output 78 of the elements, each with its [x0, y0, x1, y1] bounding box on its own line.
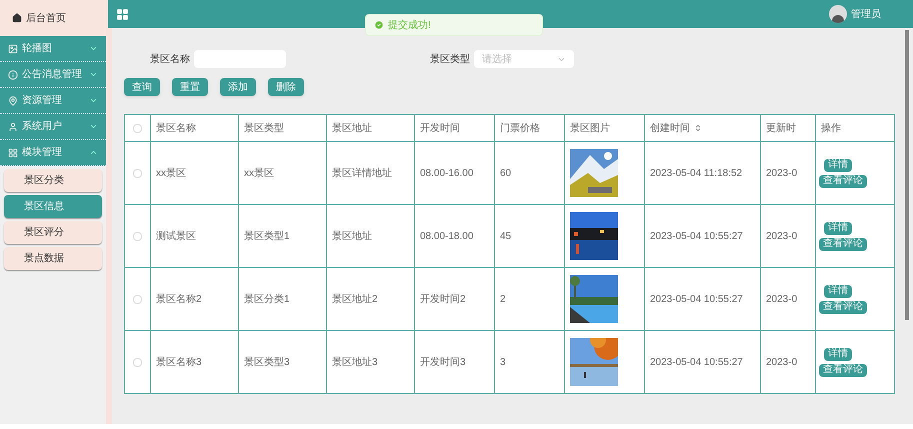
- submenu-item[interactable]: 景区分类: [4, 169, 102, 192]
- table-cell: 2023-05-04 11:18:52: [650, 168, 742, 178]
- avatar-icon[interactable]: [829, 5, 847, 23]
- action-button[interactable]: 添加: [220, 78, 256, 96]
- column-header: 景区图片: [570, 122, 610, 136]
- table-cell: 景区类型3: [244, 356, 290, 368]
- column-header: 景区名称: [156, 122, 196, 136]
- table-cell: 2023-05-04 10:55:27: [650, 356, 743, 368]
- table-cell: 景区地址2: [332, 294, 378, 304]
- table-cell: 08.00-18.00: [420, 230, 474, 242]
- table-cell: 3: [500, 356, 506, 368]
- action-button[interactable]: 查询: [124, 78, 160, 96]
- home-icon: [12, 13, 22, 23]
- table-cell: 景区分类1: [244, 294, 290, 304]
- column-header: 更新时: [766, 122, 796, 136]
- menu-icon: [8, 122, 18, 132]
- row-action-button[interactable]: 查看评论: [819, 364, 867, 376]
- column-header: 门票价格: [500, 122, 540, 136]
- table-cell: 60: [500, 168, 512, 178]
- table-cell: 08.00-16.00: [420, 168, 474, 178]
- select-field[interactable]: 请选择: [474, 50, 574, 68]
- table-cell: 2023-0: [766, 168, 798, 178]
- submenu-item[interactable]: 景区评分: [4, 221, 102, 244]
- table-cell: 开发时间2: [420, 294, 466, 304]
- action-button[interactable]: 删除: [268, 78, 304, 96]
- table-cell: 景区地址: [332, 230, 372, 242]
- submenu-item[interactable]: 景区信息: [4, 195, 102, 218]
- field-label: 景区名称: [150, 52, 190, 66]
- table-cell: 开发时间3: [420, 356, 466, 368]
- checkbox[interactable]: [133, 232, 142, 240]
- menu-item[interactable]: 公告消息管理: [0, 62, 106, 88]
- table-cell: 2023-0: [766, 230, 798, 242]
- table-cell: 景区详情地址: [332, 168, 392, 178]
- checkbox[interactable]: [133, 124, 142, 132]
- column-header: 操作: [821, 122, 841, 136]
- row-action-button[interactable]: 查看评论: [819, 300, 867, 314]
- menu-icon: [8, 70, 18, 80]
- checkbox[interactable]: [133, 358, 142, 366]
- scrollbar[interactable]: [905, 30, 909, 320]
- toast-message: 提交成功!: [388, 18, 431, 32]
- menu-icon: [8, 148, 18, 158]
- menu-item[interactable]: 模块管理: [0, 140, 106, 166]
- submenu-item[interactable]: 景点数据: [4, 247, 102, 270]
- success-icon: [374, 20, 384, 30]
- row-action-button[interactable]: 详情: [824, 348, 852, 360]
- table-cell: 测试景区: [156, 230, 196, 242]
- table-cell: 2: [500, 294, 506, 304]
- column-header: 景区地址: [332, 122, 372, 136]
- table-cell: 2023-05-04 10:55:27: [650, 230, 743, 242]
- table-cell: 景区地址3: [332, 356, 378, 368]
- field-label: 景区类型: [430, 52, 470, 66]
- column-header: 开发时间: [420, 122, 460, 136]
- row-action-button[interactable]: 详情: [824, 222, 852, 234]
- menu-icon: [8, 44, 18, 54]
- table-cell: 2023-0: [766, 356, 798, 368]
- row-action-button[interactable]: 详情: [824, 158, 852, 172]
- table-cell: xx景区: [156, 168, 186, 178]
- table-cell: 2023-0: [766, 294, 798, 304]
- checkbox[interactable]: [133, 294, 142, 304]
- row-action-button[interactable]: 详情: [824, 284, 852, 298]
- menu-icon: [8, 96, 18, 106]
- table-cell: xx景区: [244, 168, 274, 178]
- checkbox[interactable]: [133, 168, 142, 178]
- action-button[interactable]: 重置: [172, 78, 208, 96]
- table-cell: 景区类型1: [244, 230, 290, 242]
- row-action-button[interactable]: 查看评论: [819, 174, 867, 188]
- menu-item[interactable]: 系统用户: [0, 114, 106, 140]
- table-cell: 景区名称2: [156, 294, 202, 304]
- column-header: 景区类型: [244, 122, 284, 136]
- menu-item[interactable]: 资源管理: [0, 88, 106, 114]
- menu-item[interactable]: 轮播图: [0, 36, 106, 62]
- table-cell: 2023-05-04 10:55:27: [650, 294, 743, 304]
- row-action-button[interactable]: 查看评论: [819, 238, 867, 250]
- table-cell: 45: [500, 230, 512, 242]
- home-menu-item[interactable]: 后台首页: [0, 0, 106, 36]
- table-cell: 景区名称3: [156, 356, 202, 368]
- user-name[interactable]: 管理员: [851, 6, 881, 22]
- grid-icon[interactable]: [116, 8, 129, 20]
